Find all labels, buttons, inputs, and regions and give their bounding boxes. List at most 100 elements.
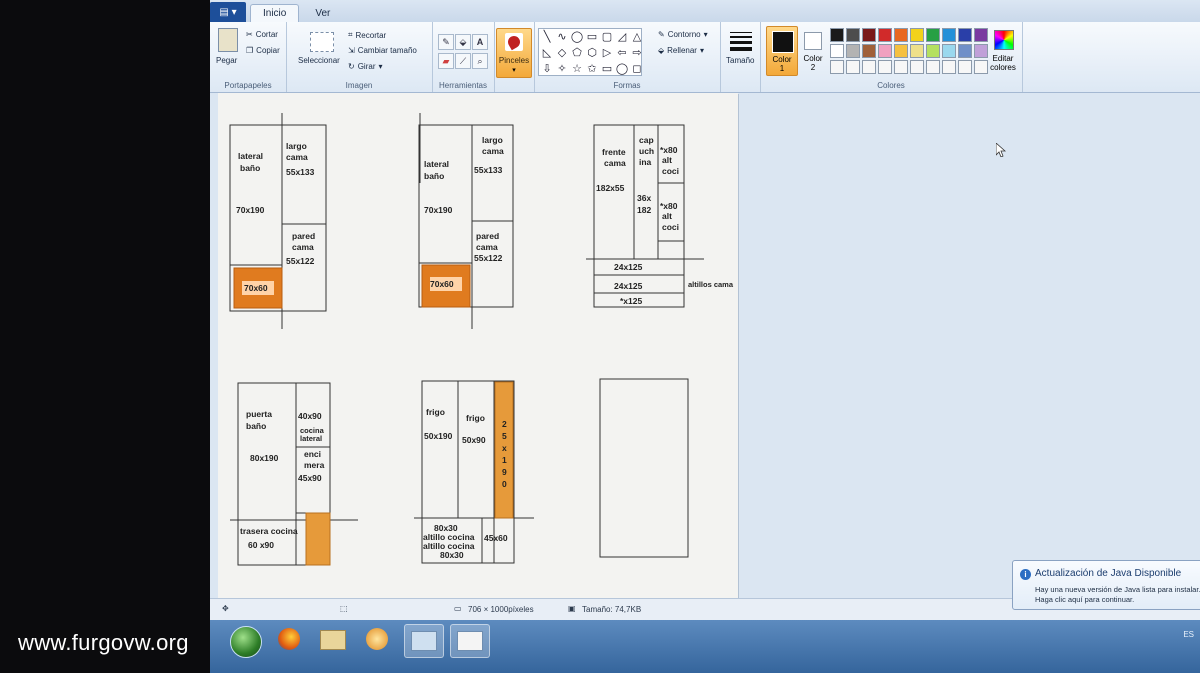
crop-button[interactable]: ⌗ Recortar xyxy=(348,30,386,40)
color-swatch[interactable] xyxy=(910,44,924,58)
edit-colors-button[interactable]: Editar colores xyxy=(986,26,1020,74)
mouse-cursor-icon xyxy=(995,142,1007,158)
vertical-label-char: 1 xyxy=(502,455,507,465)
line-width-icon[interactable] xyxy=(730,32,752,51)
file-explorer-icon[interactable] xyxy=(314,624,352,656)
color2-button[interactable]: Color 2 xyxy=(800,26,826,74)
cut-button[interactable]: ✂ Cortar xyxy=(246,30,278,39)
color-swatch[interactable] xyxy=(846,44,860,58)
color-swatch[interactable] xyxy=(974,28,988,42)
color-swatch[interactable] xyxy=(846,28,860,42)
color-swatch[interactable] xyxy=(846,60,860,74)
color1-button[interactable]: Color 1 xyxy=(766,26,798,76)
color-swatch[interactable] xyxy=(862,44,876,58)
shape-icon[interactable]: ▢ xyxy=(600,30,614,45)
paint-taskbar-icon[interactable] xyxy=(450,624,490,658)
color-picker-icon[interactable]: ⟋ xyxy=(455,53,471,69)
paste-icon xyxy=(218,28,238,52)
outline-dropdown[interactable]: ✎ Contorno ▾ xyxy=(658,30,708,39)
shapes-gallery[interactable]: ╲ ∿ ◯ ▭ ▢ ◿ △ ◺ ◇ ⬠ ⬡ ▷ ⇦ ⇨ ⇩ ✧ ☆ ✩ ▭ ◯ ◻ xyxy=(538,28,642,76)
shape-icon[interactable]: ◯ xyxy=(570,30,584,45)
shape-icon[interactable]: ◿ xyxy=(615,30,629,45)
copy-button[interactable]: ❐ Copiar xyxy=(246,46,280,55)
color-palette[interactable] xyxy=(830,28,988,74)
shape-icon[interactable]: ╲ xyxy=(540,30,554,45)
color-swatch[interactable] xyxy=(958,44,972,58)
shape-icon[interactable]: ✧ xyxy=(555,62,569,77)
media-player-icon[interactable] xyxy=(358,624,396,656)
shape-icon[interactable]: ◻ xyxy=(630,62,644,77)
label: mera xyxy=(304,460,325,470)
color-swatch[interactable] xyxy=(894,44,908,58)
shape-icon[interactable]: ⬡ xyxy=(585,46,599,61)
color-swatch[interactable] xyxy=(942,28,956,42)
window-explorer-icon[interactable] xyxy=(404,624,444,658)
color-swatch[interactable] xyxy=(926,28,940,42)
shape-icon[interactable]: ◇ xyxy=(555,46,569,61)
size-button[interactable]: Tamaño xyxy=(726,56,754,65)
paste-button[interactable]: Pegar xyxy=(216,56,237,65)
color-swatch[interactable] xyxy=(958,28,972,42)
color-swatch[interactable] xyxy=(830,44,844,58)
shape-icon[interactable]: ◯ xyxy=(615,62,629,77)
shape-icon[interactable]: ☆ xyxy=(570,62,584,77)
notification-link[interactable]: Haga clic aquí para continuar. xyxy=(1035,595,1134,604)
color-swatch[interactable] xyxy=(894,28,908,42)
layout-sketch-1: lateral baño 70x190 largo cama 55x133 pa… xyxy=(229,113,327,329)
rotate-button[interactable]: ↻ Girar ▾ xyxy=(348,62,383,71)
file-menu-button[interactable]: ▤ ▾ xyxy=(210,2,246,22)
pencil-icon[interactable]: ✎ xyxy=(438,34,454,50)
shape-icon[interactable]: ⇩ xyxy=(540,62,554,77)
brush-icon xyxy=(505,33,523,51)
color-swatch[interactable] xyxy=(894,60,908,74)
fill-dropdown[interactable]: ⬙ Rellenar ▾ xyxy=(658,46,704,55)
start-button[interactable] xyxy=(230,626,262,658)
select-icon xyxy=(310,32,334,52)
color-swatch[interactable] xyxy=(974,60,988,74)
select-button[interactable]: Seleccionar xyxy=(298,56,340,65)
eraser-icon[interactable]: ▰ xyxy=(438,53,454,69)
color-swatch[interactable] xyxy=(830,28,844,42)
color-swatch[interactable] xyxy=(878,28,892,42)
floor-plan-drawing: lateral baño 70x190 largo cama 55x133 pa… xyxy=(229,113,734,566)
color-swatch[interactable] xyxy=(910,60,924,74)
magnifier-icon[interactable]: ⌕ xyxy=(472,53,488,69)
tab-inicio[interactable]: Inicio xyxy=(250,4,300,22)
shape-icon[interactable]: △ xyxy=(630,30,644,45)
color-swatch[interactable] xyxy=(830,60,844,74)
shape-icon[interactable]: ▭ xyxy=(600,62,614,77)
shape-icon[interactable]: ⇦ xyxy=(615,46,629,61)
shape-icon[interactable]: ▷ xyxy=(600,46,614,61)
label: frigo xyxy=(466,413,485,423)
color-swatch[interactable] xyxy=(926,44,940,58)
selection-icon: ⬚ xyxy=(340,604,348,613)
text-tool-icon[interactable]: A xyxy=(472,34,488,50)
tab-ver[interactable]: Ver xyxy=(303,5,342,22)
label: 24x125 xyxy=(614,262,643,272)
fill-bucket-icon[interactable]: ⬙ xyxy=(455,34,471,50)
color-swatch[interactable] xyxy=(910,28,924,42)
shape-icon[interactable]: ✩ xyxy=(585,62,599,77)
label: coci xyxy=(662,222,679,232)
shape-icon[interactable]: ∿ xyxy=(555,30,569,45)
drawing-canvas[interactable]: lateral baño 70x190 largo cama 55x133 pa… xyxy=(218,93,738,598)
shape-icon[interactable]: ◺ xyxy=(540,46,554,61)
color-swatch[interactable] xyxy=(958,60,972,74)
color-swatch[interactable] xyxy=(862,28,876,42)
shape-icon[interactable]: ⬠ xyxy=(570,46,584,61)
firefox-icon[interactable] xyxy=(270,624,308,656)
resize-button[interactable]: ⇲ Cambiar tamaño xyxy=(348,46,417,55)
color-swatch[interactable] xyxy=(974,44,988,58)
color-swatch[interactable] xyxy=(878,60,892,74)
color-swatch[interactable] xyxy=(926,60,940,74)
java-update-notification[interactable]: i Actualización de Java Disponible Hay u… xyxy=(1012,560,1200,610)
color-swatch[interactable] xyxy=(942,44,956,58)
shape-icon[interactable]: ▭ xyxy=(585,30,599,45)
label: 182x55 xyxy=(596,183,625,193)
shape-icon[interactable]: ⇨ xyxy=(630,46,644,61)
color-swatch[interactable] xyxy=(862,60,876,74)
color-swatch[interactable] xyxy=(942,60,956,74)
brushes-button[interactable]: Pinceles ▾ xyxy=(496,28,532,78)
language-indicator[interactable]: ES xyxy=(1183,630,1194,639)
color-swatch[interactable] xyxy=(878,44,892,58)
